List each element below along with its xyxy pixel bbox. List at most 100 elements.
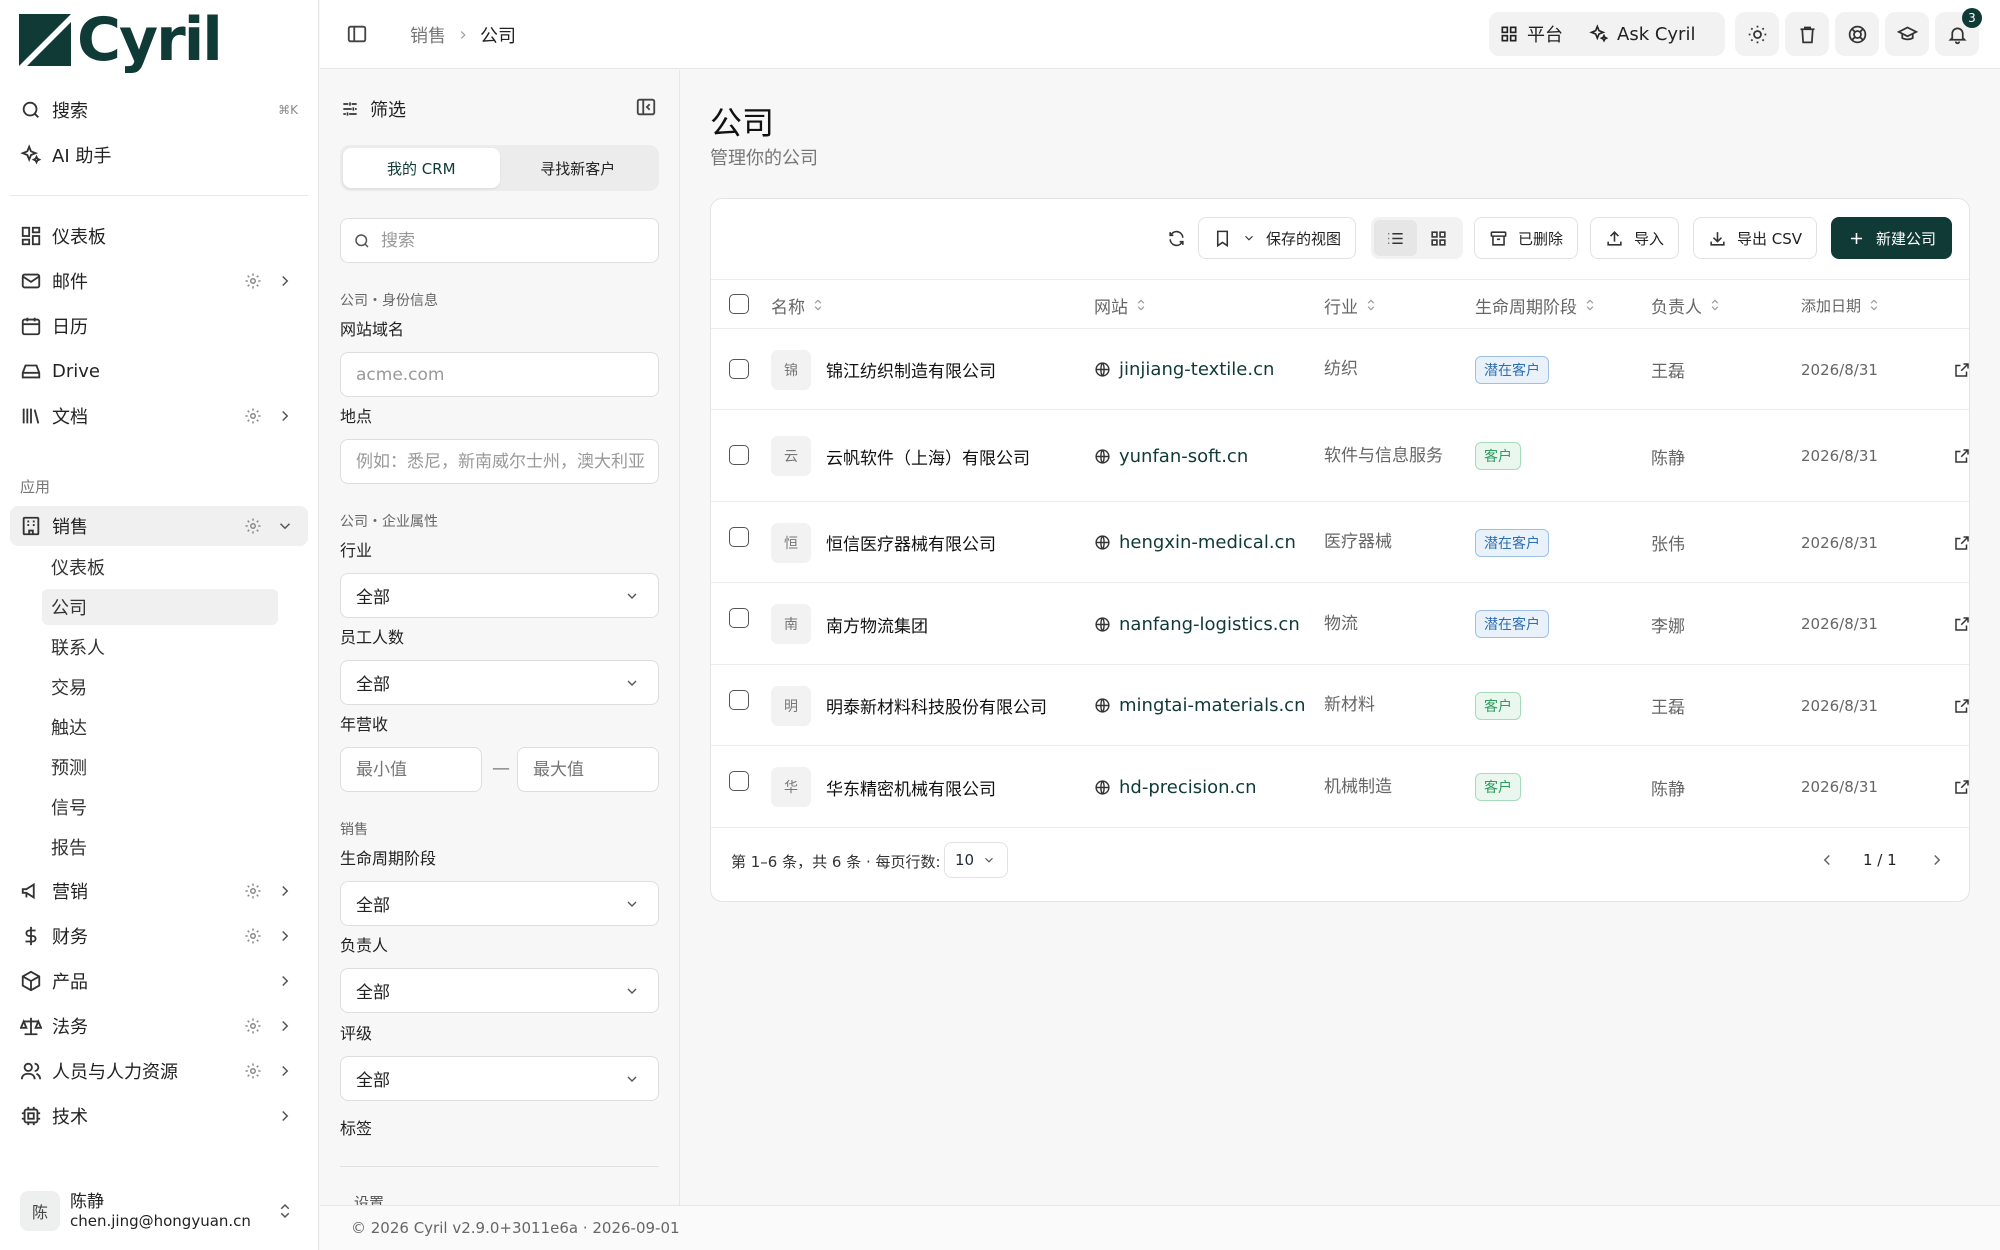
- open-record-button[interactable]: [1953, 666, 1969, 745]
- company-name[interactable]: 锦江纺织制造有限公司: [826, 330, 996, 409]
- company-website[interactable]: nanfang-logistics.cn: [1094, 584, 1300, 664]
- column-owner[interactable]: 负责人: [1651, 280, 1722, 330]
- company-website[interactable]: jinjiang-textile.cn: [1094, 330, 1274, 409]
- sales-sub-forecast[interactable]: 预测: [42, 749, 278, 785]
- open-record-button[interactable]: [1953, 330, 1969, 409]
- nav-item-legal[interactable]: 法务: [10, 1006, 308, 1046]
- sales-sub-deals[interactable]: 交易: [42, 669, 278, 705]
- trash-button[interactable]: [1785, 12, 1829, 56]
- collapse-panel-icon[interactable]: [635, 96, 657, 118]
- row-checkbox[interactable]: [729, 690, 749, 710]
- new-company-button[interactable]: 新建公司: [1831, 217, 1953, 259]
- user-menu[interactable]: 陈 陈静 chen.jing@hongyuan.cn: [20, 1188, 304, 1234]
- company-name[interactable]: 明泰新材料科技股份有限公司: [826, 666, 1047, 745]
- chevron-right-icon[interactable]: [276, 272, 294, 290]
- gear-icon[interactable]: [244, 407, 262, 425]
- company-website[interactable]: yunfan-soft.cn: [1094, 411, 1248, 501]
- help-button[interactable]: [1835, 12, 1879, 56]
- table-row[interactable]: 华 华东精密机械有限公司 hd-precision.cn 机械制造 客户 陈静 …: [711, 747, 1969, 828]
- filter-settings[interactable]: 设置: [354, 1192, 384, 1205]
- sales-sub-outreach[interactable]: 触达: [42, 709, 278, 745]
- table-row[interactable]: 锦 锦江纺织制造有限公司 jinjiang-textile.cn 纺织 潜在客户…: [711, 330, 1969, 410]
- gear-icon[interactable]: [244, 1062, 262, 1080]
- column-date-added[interactable]: 添加日期: [1801, 280, 1881, 330]
- sales-sub-contacts[interactable]: 联系人: [42, 629, 278, 665]
- nav-item-product[interactable]: 产品: [10, 961, 308, 1001]
- nav-item-drive[interactable]: Drive: [10, 351, 308, 391]
- row-checkbox[interactable]: [729, 445, 749, 465]
- revenue-max-input[interactable]: [517, 747, 659, 792]
- open-record-button[interactable]: [1953, 411, 1969, 501]
- nav-ai-assistant[interactable]: AI 助手: [10, 135, 308, 175]
- sales-sub-reports[interactable]: 报告: [42, 829, 278, 865]
- breadcrumb-sales[interactable]: 销售: [410, 22, 446, 48]
- company-website[interactable]: hengxin-medical.cn: [1094, 503, 1296, 582]
- row-checkbox[interactable]: [729, 771, 749, 791]
- nav-item-people-hr[interactable]: 人员与人力资源: [10, 1051, 308, 1091]
- column-lifecycle[interactable]: 生命周期阶段: [1475, 280, 1597, 330]
- chevron-right-icon[interactable]: [276, 1017, 294, 1035]
- open-record-button[interactable]: [1953, 747, 1969, 827]
- table-row[interactable]: 明 明泰新材料科技股份有限公司 mingtai-materials.cn 新材料…: [711, 666, 1969, 746]
- nav-item-dashboard[interactable]: 仪表板: [10, 216, 308, 256]
- tab-my-crm[interactable]: 我的 CRM: [343, 148, 500, 188]
- table-row[interactable]: 南 南方物流集团 nanfang-logistics.cn 物流 潜在客户 李娜…: [711, 584, 1969, 665]
- nav-item-tech[interactable]: 技术: [10, 1096, 308, 1136]
- theme-toggle-button[interactable]: [1735, 12, 1779, 56]
- nav-item-docs[interactable]: 文档: [10, 396, 308, 436]
- select-all-checkbox[interactable]: [729, 294, 749, 314]
- table-row[interactable]: 云 云帆软件（上海）有限公司 yunfan-soft.cn 软件与信息服务 客户…: [711, 411, 1969, 502]
- row-checkbox[interactable]: [729, 608, 749, 628]
- gear-icon[interactable]: [244, 927, 262, 945]
- location-input[interactable]: [340, 439, 659, 484]
- sales-sub-dashboard[interactable]: 仪表板: [42, 549, 278, 585]
- nav-search[interactable]: 搜索 ⌘K: [10, 90, 308, 130]
- row-checkbox[interactable]: [729, 527, 749, 547]
- nav-item-sales[interactable]: 销售: [10, 506, 308, 546]
- rows-per-page-select[interactable]: 10: [944, 842, 1008, 878]
- table-row[interactable]: 恒 恒信医疗器械有限公司 hengxin-medical.cn 医疗器械 潜在客…: [711, 503, 1969, 583]
- platform-button[interactable]: 平台: [1489, 16, 1573, 52]
- academy-button[interactable]: [1885, 12, 1929, 56]
- chevron-right-icon[interactable]: [276, 1062, 294, 1080]
- chevron-left-icon[interactable]: [1818, 851, 1836, 869]
- deleted-button[interactable]: 已删除: [1474, 217, 1579, 259]
- company-website[interactable]: hd-precision.cn: [1094, 747, 1257, 827]
- column-industry[interactable]: 行业: [1324, 280, 1378, 330]
- gear-icon[interactable]: [244, 882, 262, 900]
- chevron-right-icon[interactable]: [1928, 851, 1946, 869]
- chevron-right-icon[interactable]: [276, 927, 294, 945]
- chevron-right-icon[interactable]: [276, 882, 294, 900]
- company-name[interactable]: 恒信医疗器械有限公司: [826, 503, 996, 582]
- notifications-button[interactable]: 3: [1935, 8, 1982, 56]
- owner-select[interactable]: 全部: [340, 968, 659, 1013]
- sidebar-toggle-icon[interactable]: [346, 23, 368, 45]
- chevron-down-icon[interactable]: [276, 517, 294, 535]
- import-button[interactable]: 导入: [1590, 217, 1680, 259]
- revenue-min-input[interactable]: [340, 747, 482, 792]
- nav-item-calendar[interactable]: 日历: [10, 306, 308, 346]
- sales-sub-signals[interactable]: 信号: [42, 789, 278, 825]
- company-name[interactable]: 华东精密机械有限公司: [826, 747, 996, 827]
- chevron-right-icon[interactable]: [276, 972, 294, 990]
- nav-item-mail[interactable]: 邮件: [10, 261, 308, 301]
- sales-sub-companies[interactable]: 公司: [42, 589, 278, 625]
- brand-logo[interactable]: Cyril: [19, 8, 223, 72]
- grid-view-button[interactable]: [1417, 220, 1460, 256]
- filter-search-input[interactable]: [381, 230, 641, 251]
- gear-icon[interactable]: [244, 272, 262, 290]
- employees-select[interactable]: 全部: [340, 660, 659, 705]
- open-record-button[interactable]: [1953, 503, 1969, 582]
- open-record-button[interactable]: [1953, 584, 1969, 664]
- domain-input[interactable]: [340, 352, 659, 397]
- refresh-button[interactable]: [1155, 217, 1197, 259]
- chevron-right-icon[interactable]: [276, 1107, 294, 1125]
- ask-cyril-button[interactable]: Ask Cyril: [1579, 16, 1705, 52]
- chevron-right-icon[interactable]: [276, 407, 294, 425]
- company-name[interactable]: 南方物流集团: [826, 584, 928, 664]
- export-csv-button[interactable]: 导出 CSV: [1693, 217, 1818, 259]
- nav-item-finance[interactable]: 财务: [10, 916, 308, 956]
- industry-select[interactable]: 全部: [340, 573, 659, 618]
- column-name[interactable]: 名称: [771, 280, 825, 330]
- gear-icon[interactable]: [244, 517, 262, 535]
